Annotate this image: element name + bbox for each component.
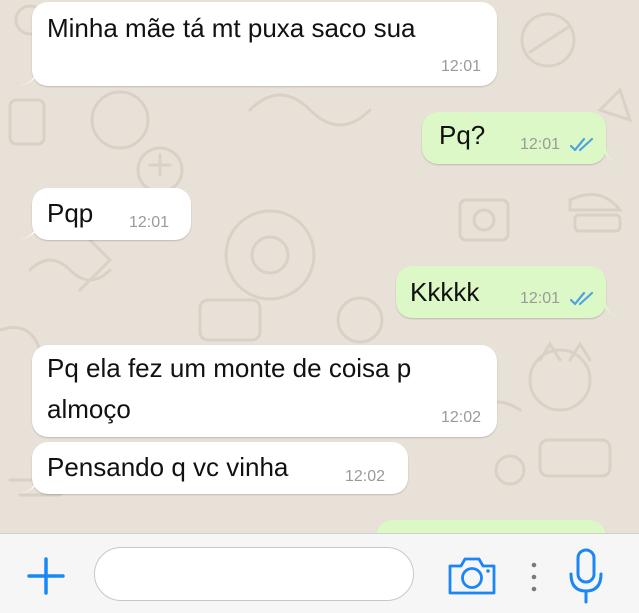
message-composer [0, 533, 639, 613]
camera-icon[interactable] [446, 556, 498, 596]
message-text: Kkkkk [410, 277, 480, 307]
bubble-tail [600, 142, 624, 164]
message-text-line: Pq ela fez um monte de coisa p [47, 353, 412, 383]
message-bubble-incoming[interactable]: Minha mãe tá mt puxa saco sua 12:01 [32, 2, 497, 86]
message-time: 12:01 [520, 136, 561, 153]
message-time: 12:01 [440, 58, 481, 75]
more-icon[interactable] [528, 560, 540, 594]
message-text: Pensando q vc vinha [47, 452, 289, 482]
microphone-icon[interactable] [567, 548, 605, 604]
plus-icon[interactable] [26, 556, 66, 596]
bubble-tail [600, 296, 624, 318]
message-time: 12:02 [345, 468, 386, 485]
message-bubble-outgoing[interactable]: Pq? 12:01 [422, 112, 606, 164]
read-receipt-icon [570, 291, 594, 306]
message-bubble-incoming[interactable]: Pqp 12:01 [32, 188, 191, 240]
message-text: Minha mãe tá mt puxa saco sua [47, 13, 416, 43]
message-input[interactable] [94, 547, 414, 601]
message-text: Pqp [47, 198, 94, 228]
message-bubble-incoming[interactable]: Pq ela fez um monte de coisa p almoço 12… [32, 345, 497, 437]
read-receipt-icon [570, 137, 594, 152]
bubble-tail [18, 472, 42, 494]
message-text: Pq? [439, 120, 486, 150]
message-time: 12:02 [440, 409, 481, 426]
message-bubble-incoming[interactable]: Pensando q vc vinha 12:02 [32, 442, 408, 494]
message-time: 12:01 [129, 214, 170, 231]
bubble-tail [18, 218, 42, 240]
message-text-line: almoço [47, 394, 131, 424]
message-bubble-outgoing-partial[interactable] [376, 520, 606, 533]
message-time: 12:01 [520, 290, 561, 307]
message-bubble-outgoing[interactable]: Kkkkk 12:01 [396, 266, 606, 318]
bubble-tail [18, 62, 42, 86]
chat-area: Minha mãe tá mt puxa saco sua 12:01 Pq? … [0, 0, 639, 533]
